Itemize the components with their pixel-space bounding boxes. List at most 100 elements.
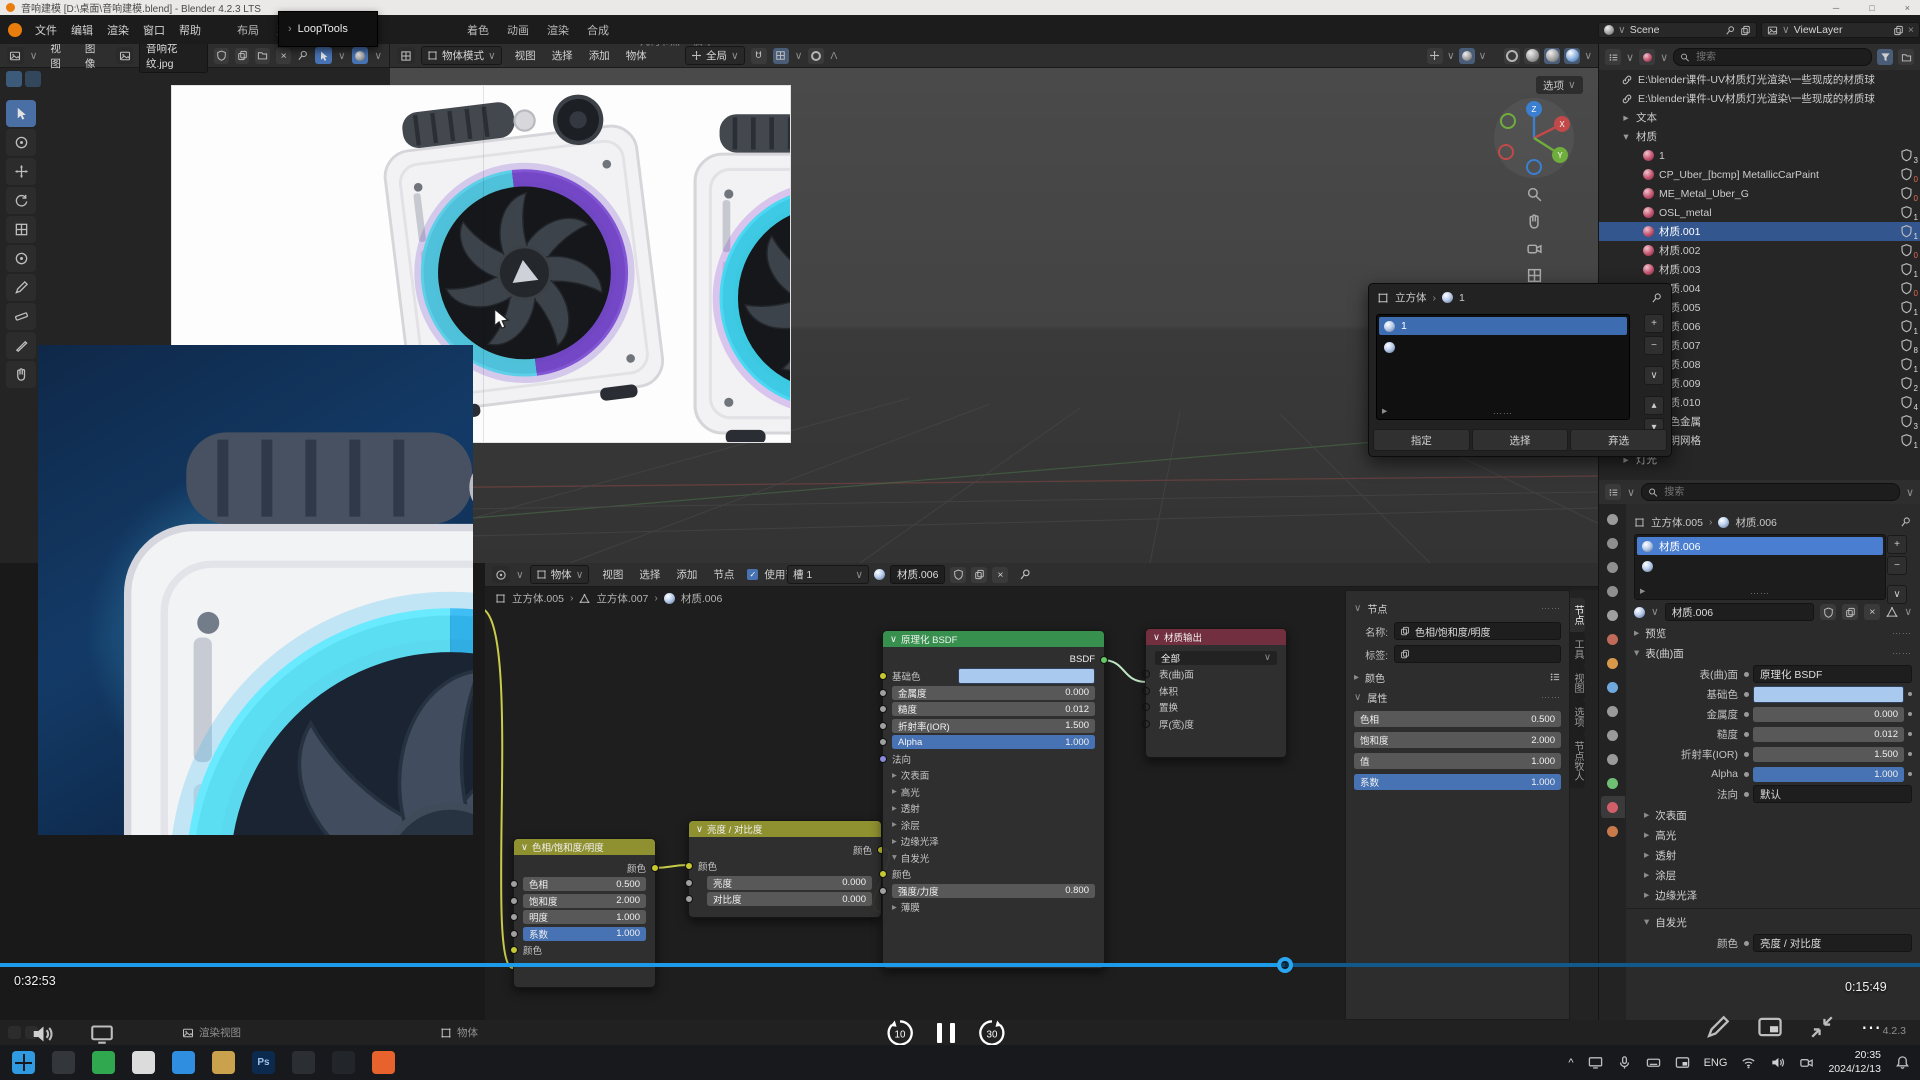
- color-subsection[interactable]: ▸ 颜色: [1354, 668, 1561, 686]
- sidebar-tab[interactable]: 选项: [1570, 700, 1585, 734]
- input-socket[interactable]: [879, 705, 887, 713]
- menu-item[interactable]: 节点: [706, 565, 741, 584]
- copy-icon[interactable]: [1842, 604, 1858, 620]
- pin-icon[interactable]: [1651, 292, 1663, 304]
- overlays-icon[interactable]: [1459, 48, 1475, 64]
- navigation-gizmo[interactable]: Z X Y: [1492, 96, 1576, 180]
- node-section-row[interactable]: ▸ 涂层: [892, 818, 1095, 832]
- outliner-group-material[interactable]: ▾ 材质: [1599, 127, 1920, 146]
- expand-icon[interactable]: ▸: [1640, 585, 1645, 597]
- bsdf-output-socket[interactable]: [1100, 656, 1108, 664]
- blender-menu-icon[interactable]: [8, 23, 22, 37]
- value-slider[interactable]: 强度/力度 0.800: [892, 884, 1095, 898]
- tool-knife[interactable]: [6, 332, 36, 359]
- list-icon[interactable]: [1549, 671, 1561, 683]
- tool-cursor[interactable]: [6, 129, 36, 156]
- input-socket[interactable]: [510, 913, 518, 921]
- topbar-menu-item[interactable]: 文件: [28, 20, 64, 40]
- move-up-button[interactable]: ▴: [1644, 396, 1664, 415]
- thin-film-row[interactable]: ▸ 薄膜: [892, 900, 1095, 914]
- node-name-field[interactable]: 色相/饱和度/明度: [1394, 622, 1561, 640]
- value-slider[interactable]: 1.000: [1753, 767, 1904, 782]
- node-section-header[interactable]: ∨ 节点 ⋯⋯: [1354, 599, 1561, 617]
- node-bright-contrast[interactable]: ∨ 亮度 / 对比度 颜色 颜色 亮度 0.000: [688, 820, 882, 918]
- linked-library-row[interactable]: E:\blender课件-UV材质灯光渲染\一些现成的材质球: [1599, 70, 1920, 89]
- topbar-menu-item[interactable]: 帮助: [172, 20, 208, 40]
- normal-socket[interactable]: [879, 755, 887, 763]
- editor-type-icon[interactable]: [7, 47, 24, 64]
- specials-button[interactable]: ∨: [1644, 366, 1664, 385]
- breadcrumb-material[interactable]: 材质.006: [1735, 515, 1776, 530]
- collapsed-panel-header[interactable]: ▸ 边缘光泽: [1634, 886, 1912, 904]
- properties-tab[interactable]: [1601, 628, 1625, 650]
- value-slider[interactable]: 系数 1.000: [1354, 774, 1561, 790]
- input-socket[interactable]: [1142, 720, 1150, 728]
- emission-color-socket[interactable]: [879, 870, 887, 878]
- shader-type-dropdown[interactable]: 物体 ∨: [530, 565, 590, 584]
- material-name-field[interactable]: 材质.006: [1665, 603, 1815, 621]
- value-slider[interactable]: 饱和度 2.000: [523, 894, 646, 908]
- shading-rendered-icon[interactable]: [1564, 48, 1580, 64]
- menu-item[interactable]: 添加: [669, 565, 704, 584]
- collapsed-panel-header[interactable]: ▸ 次表面: [1634, 806, 1912, 824]
- pin-icon[interactable]: [297, 49, 309, 62]
- display-channel-button[interactable]: [6, 71, 22, 87]
- node-section-row[interactable]: ▸ 次表面: [892, 768, 1095, 782]
- camera-view-icon[interactable]: [1526, 240, 1543, 257]
- input-socket[interactable]: [1142, 703, 1150, 711]
- search-input[interactable]: [1694, 51, 1865, 64]
- base-color-swatch[interactable]: [958, 668, 1095, 684]
- workspace-tab[interactable]: 合成: [578, 19, 618, 41]
- properties-tab[interactable]: [1601, 748, 1625, 770]
- value-slider[interactable]: 值 1.000: [1354, 753, 1561, 769]
- gizmo-z-label[interactable]: Z: [1532, 105, 1537, 114]
- properties-tab[interactable]: [1601, 652, 1625, 674]
- maximize-button[interactable]: □: [1869, 3, 1874, 13]
- tool-extra[interactable]: [6, 361, 36, 388]
- surface-panel-header[interactable]: ▾ 表(曲)面 ⋯⋯: [1634, 644, 1912, 662]
- timeline-handle[interactable]: [1277, 957, 1293, 973]
- pin-icon[interactable]: [1019, 568, 1032, 581]
- linked-library-row[interactable]: E:\blender课件-UV材质灯光渲染\一些现成的材质球: [1599, 89, 1920, 108]
- emission-panel-header[interactable]: ▾ 自发光: [1634, 913, 1912, 931]
- properties-tab[interactable]: [1601, 556, 1625, 578]
- properties-tab[interactable]: [1601, 676, 1625, 698]
- strength-socket[interactable]: [879, 887, 887, 895]
- input-socket[interactable]: [879, 738, 887, 746]
- workspace-tab[interactable]: 渲染: [538, 19, 578, 41]
- topbar-menu-item[interactable]: 渲染: [100, 20, 136, 40]
- breadcrumb-material[interactable]: 材质.006: [681, 591, 722, 606]
- mode-dropdown[interactable]: 物体模式 ∨: [421, 46, 502, 65]
- material-slot-selected[interactable]: 材质.006: [1637, 537, 1883, 555]
- topbar-menu-item[interactable]: 窗口: [136, 20, 172, 40]
- touchpad-icon[interactable]: [1675, 1055, 1690, 1070]
- input-socket[interactable]: [510, 880, 518, 888]
- emission-section-row[interactable]: ▾ 自发光: [892, 851, 1095, 865]
- slot-dropdown[interactable]: 槽 1 ∨: [787, 565, 869, 584]
- close-button[interactable]: ×: [1905, 3, 1910, 13]
- input-socket[interactable]: [510, 897, 518, 905]
- material-row[interactable]: ME_Metal_Uber_G 0: [1599, 184, 1920, 203]
- popup-slot-selected[interactable]: 1: [1379, 317, 1627, 335]
- add-slot-button[interactable]: +: [1887, 535, 1907, 554]
- taskbar-app-icon[interactable]: [292, 1051, 315, 1074]
- collapsed-panel-header[interactable]: ▸ 透射: [1634, 846, 1912, 864]
- add-slot-button[interactable]: +: [1644, 314, 1664, 333]
- properties-tab[interactable]: [1601, 508, 1625, 530]
- properties-section-header[interactable]: ∨ 属性 ⋯⋯: [1354, 688, 1561, 706]
- properties-tab[interactable]: [1601, 580, 1625, 602]
- input-socket[interactable]: [879, 689, 887, 697]
- unlink-icon[interactable]: ×: [992, 567, 1008, 583]
- value-slider[interactable]: 对比度 0.000: [707, 892, 872, 906]
- slot-specials-button[interactable]: ∨: [1887, 585, 1907, 604]
- input-socket[interactable]: [1142, 687, 1150, 695]
- unlink-icon[interactable]: ×: [1864, 604, 1880, 620]
- menu-item[interactable]: 视图: [508, 46, 543, 65]
- outliner-group-text[interactable]: ▸ 文本: [1599, 108, 1920, 127]
- display-icon[interactable]: [1588, 1055, 1603, 1070]
- node-material-output[interactable]: ∨ 材质输出 全部 ∨ 表(曲)面 体积: [1145, 628, 1287, 758]
- taskbar-app-icon[interactable]: [172, 1051, 195, 1074]
- shading-material-icon[interactable]: [1544, 48, 1560, 64]
- tool-rotate[interactable]: [6, 187, 36, 214]
- value-slider[interactable]: 色相 0.500: [523, 877, 646, 891]
